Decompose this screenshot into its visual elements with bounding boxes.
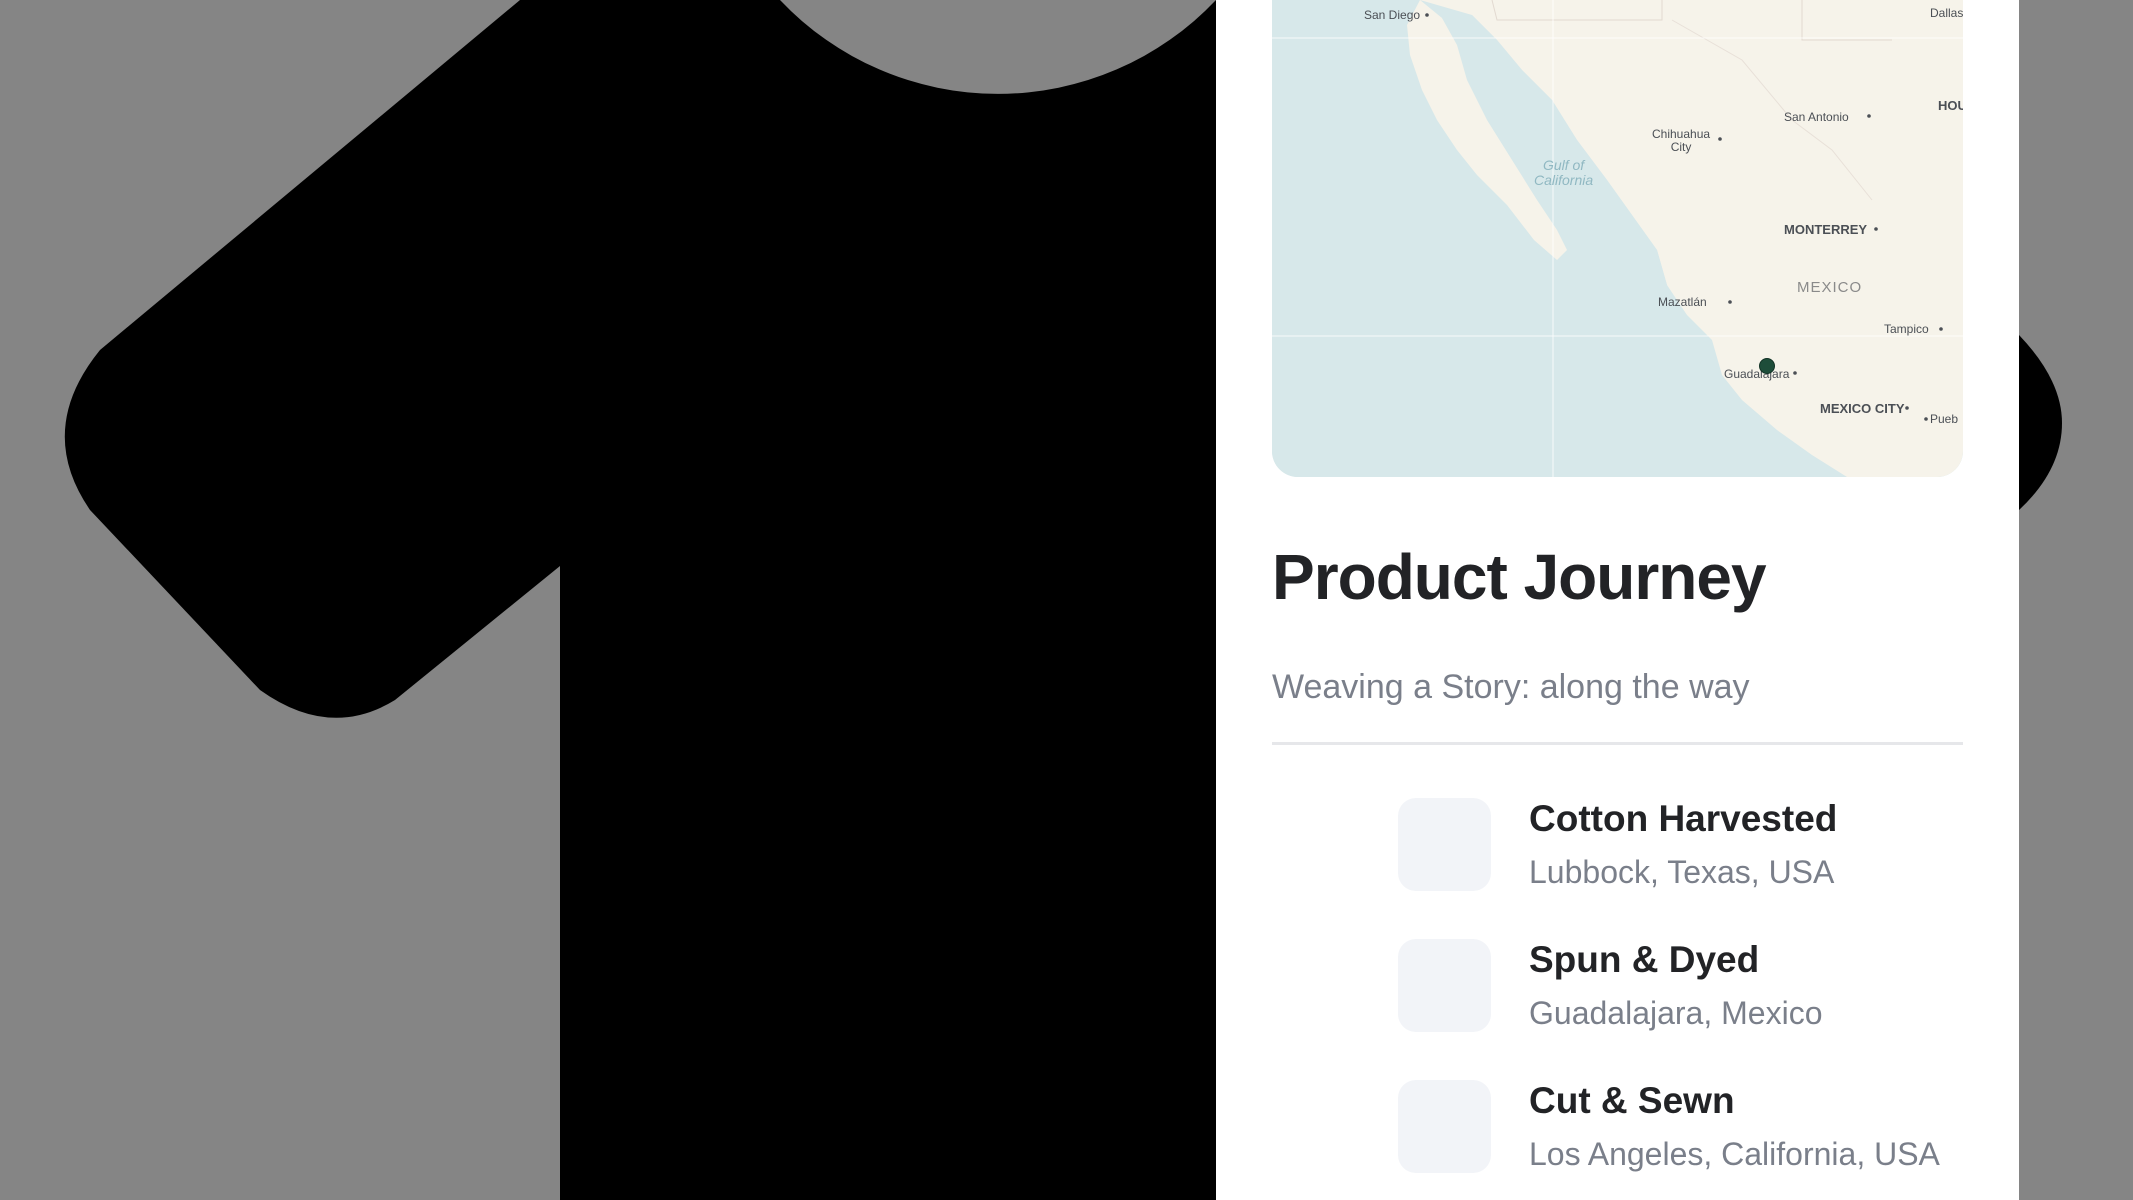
map-label-monterrey: MONTERREY xyxy=(1784,222,1868,237)
product-journey-panel: San Diego Dallas HOU San Antonio Chihuah… xyxy=(1216,0,2019,1200)
map-label-mexico-city: MEXICO CITY xyxy=(1820,401,1905,416)
step-image-placeholder xyxy=(1398,1080,1491,1173)
journey-step-spun-dyed[interactable]: Spun & Dyed Guadalajara, Mexico xyxy=(1272,939,1963,1039)
map-label-san-diego: San Diego xyxy=(1364,8,1421,22)
map-label-san-antonio: San Antonio xyxy=(1784,110,1849,124)
step-title: Cotton Harvested xyxy=(1529,798,1838,839)
journey-step-cotton-harvested[interactable]: Cotton Harvested Lubbock, Texas, USA xyxy=(1272,798,1963,898)
map-label-mazatlan: Mazatlán xyxy=(1658,295,1707,309)
step-title: Cut & Sewn xyxy=(1529,1080,1735,1121)
map-label-tampico: Tampico xyxy=(1884,322,1929,336)
step-location: Guadalajara, Mexico xyxy=(1529,995,1823,1031)
step-image-placeholder xyxy=(1398,939,1491,1032)
page-subtitle: Weaving a Story: along the way xyxy=(1272,668,1750,706)
map-label-gulf-of-california: Gulf of California xyxy=(1534,157,1594,188)
step-title: Spun & Dyed xyxy=(1529,939,1760,980)
map-label-houston: HOU xyxy=(1938,98,1963,113)
map-label-dallas: Dallas xyxy=(1930,6,1963,20)
map-label-puebla: Pueb xyxy=(1930,412,1959,426)
divider xyxy=(1272,742,1963,745)
journey-step-cut-sewn[interactable]: Cut & Sewn Los Angeles, California, USA xyxy=(1272,1080,1963,1180)
journey-map[interactable]: San Diego Dallas HOU San Antonio Chihuah… xyxy=(1272,0,1963,477)
map-label-guadalajara: Guadalajara xyxy=(1724,367,1790,381)
location-pin-icon[interactable] xyxy=(1759,358,1775,374)
step-image-placeholder xyxy=(1398,798,1491,891)
step-location: Lubbock, Texas, USA xyxy=(1529,854,1835,890)
page-title: Product Journey xyxy=(1272,541,1767,613)
map-label-chihuahua: Chihuahua City xyxy=(1652,127,1711,154)
step-location: Los Angeles, California, USA xyxy=(1529,1136,1940,1172)
map-label-mexico: MEXICO xyxy=(1797,279,1863,296)
